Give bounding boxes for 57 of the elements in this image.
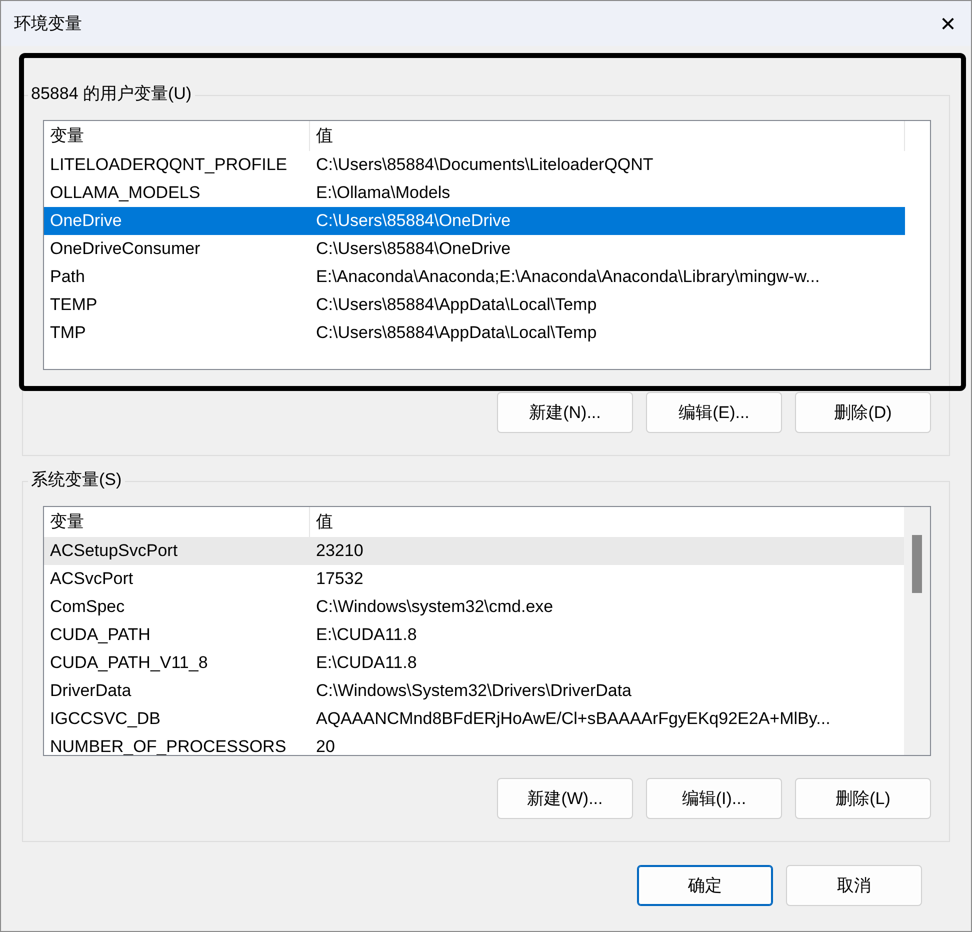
- list-row[interactable]: DriverData C:\Windows\System32\Drivers\DriverData: [44, 677, 905, 705]
- column-header[interactable]: 变量: [44, 121, 310, 151]
- variable-name: DriverData: [49, 680, 132, 702]
- column-header[interactable]: 值: [310, 121, 905, 151]
- variable-name: ComSpec: [49, 596, 126, 618]
- list-row[interactable]: Path E:\Anaconda\Anaconda;E:\Anaconda\Anaconda\Library\mingw-w...: [44, 263, 905, 291]
- action-button[interactable]: 新建(W)...: [497, 778, 633, 819]
- list-row[interactable]: ACSvcPort 17532: [44, 565, 905, 593]
- variable-value: C:\Users\85884\Documents\LiteloaderQQNT: [315, 154, 654, 176]
- action-button[interactable]: 删除(L): [795, 778, 931, 819]
- list-row[interactable]: TEMP C:\Users\85884\AppData\Local\Temp: [44, 291, 905, 319]
- scrollbar[interactable]: [904, 507, 930, 755]
- variable-value: C:\Windows\System32\Drivers\DriverData: [315, 680, 633, 702]
- variable-name: ACSetupSvcPort: [49, 540, 179, 562]
- variable-value: AQAAANCMnd8BFdERjHoAwE/Cl+sBAAAArFgyEKq92E2A+MlBy...: [315, 708, 832, 730]
- list-row[interactable]: CUDA_PATH_V11_8 E:\CUDA11.8: [44, 649, 905, 677]
- variable-value: E:\CUDA11.8: [315, 652, 418, 674]
- variable-value: C:\Users\85884\AppData\Local\Temp: [315, 294, 598, 316]
- list-row[interactable]: LITELOADERQQNT_PROFILE C:\Users\85884\Documents\LiteloaderQQNT: [44, 151, 905, 179]
- variable-value: 20: [315, 736, 336, 755]
- variable-name: Path: [49, 266, 86, 288]
- list-row[interactable]: IGCCSVC_DB AQAAANCMnd8BFdERjHoAwE/Cl+sBAAAArFgyEKq92E2A+MlBy...: [44, 705, 905, 733]
- variable-value: E:\Anaconda\Anaconda;E:\Anaconda\Anaconda\Library\mingw-w...: [315, 266, 821, 288]
- variable-name: TMP: [49, 322, 87, 344]
- list-row[interactable]: OLLAMA_MODELS E:\Ollama\Models: [44, 179, 905, 207]
- variable-value: C:\Users\85884\OneDrive: [315, 210, 512, 232]
- variable-value: E:\Ollama\Models: [315, 182, 452, 204]
- list-row[interactable]: ACSetupSvcPort 23210: [44, 537, 905, 565]
- variable-name: OneDriveConsumer: [49, 238, 202, 260]
- list-row[interactable]: TMP C:\Users\85884\AppData\Local\Temp: [44, 319, 905, 347]
- variable-value: C:\Users\85884\OneDrive: [315, 238, 512, 260]
- action-button[interactable]: 编辑(E)...: [646, 392, 782, 433]
- variable-name: CUDA_PATH_V11_8: [49, 652, 209, 674]
- variable-name: IGCCSVC_DB: [49, 708, 162, 730]
- action-button[interactable]: 删除(D): [795, 392, 931, 433]
- list-row[interactable]: OneDriveConsumer C:\Users\85884\OneDrive: [44, 235, 905, 263]
- variable-name: ACSvcPort: [49, 568, 134, 590]
- scroll-thumb[interactable]: [912, 535, 922, 593]
- variable-name: OneDrive: [49, 210, 123, 232]
- window-title: 环境变量: [14, 13, 82, 35]
- action-button[interactable]: 新建(N)...: [497, 392, 633, 433]
- close-button[interactable]: ✕: [925, 1, 971, 46]
- action-button[interactable]: 编辑(I)...: [646, 778, 782, 819]
- list-row[interactable]: ComSpec C:\Windows\system32\cmd.exe: [44, 593, 905, 621]
- variable-value: C:\Windows\system32\cmd.exe: [315, 596, 554, 618]
- variable-value: 17532: [315, 568, 364, 590]
- variable-name: CUDA_PATH: [49, 624, 152, 646]
- variable-name: TEMP: [49, 294, 98, 316]
- list-row[interactable]: OneDrive C:\Users\85884\OneDrive: [44, 207, 905, 235]
- list-row[interactable]: CUDA_PATH E:\CUDA11.8: [44, 621, 905, 649]
- ok-button[interactable]: 确定: [637, 865, 773, 906]
- cancel-button[interactable]: 取消: [786, 865, 922, 906]
- variable-name: OLLAMA_MODELS: [49, 182, 202, 204]
- variable-value: 23210: [315, 540, 364, 562]
- variable-name: LITELOADERQQNT_PROFILE: [49, 154, 288, 176]
- variable-value: C:\Users\85884\AppData\Local\Temp: [315, 322, 598, 344]
- variable-value: E:\CUDA11.8: [315, 624, 418, 646]
